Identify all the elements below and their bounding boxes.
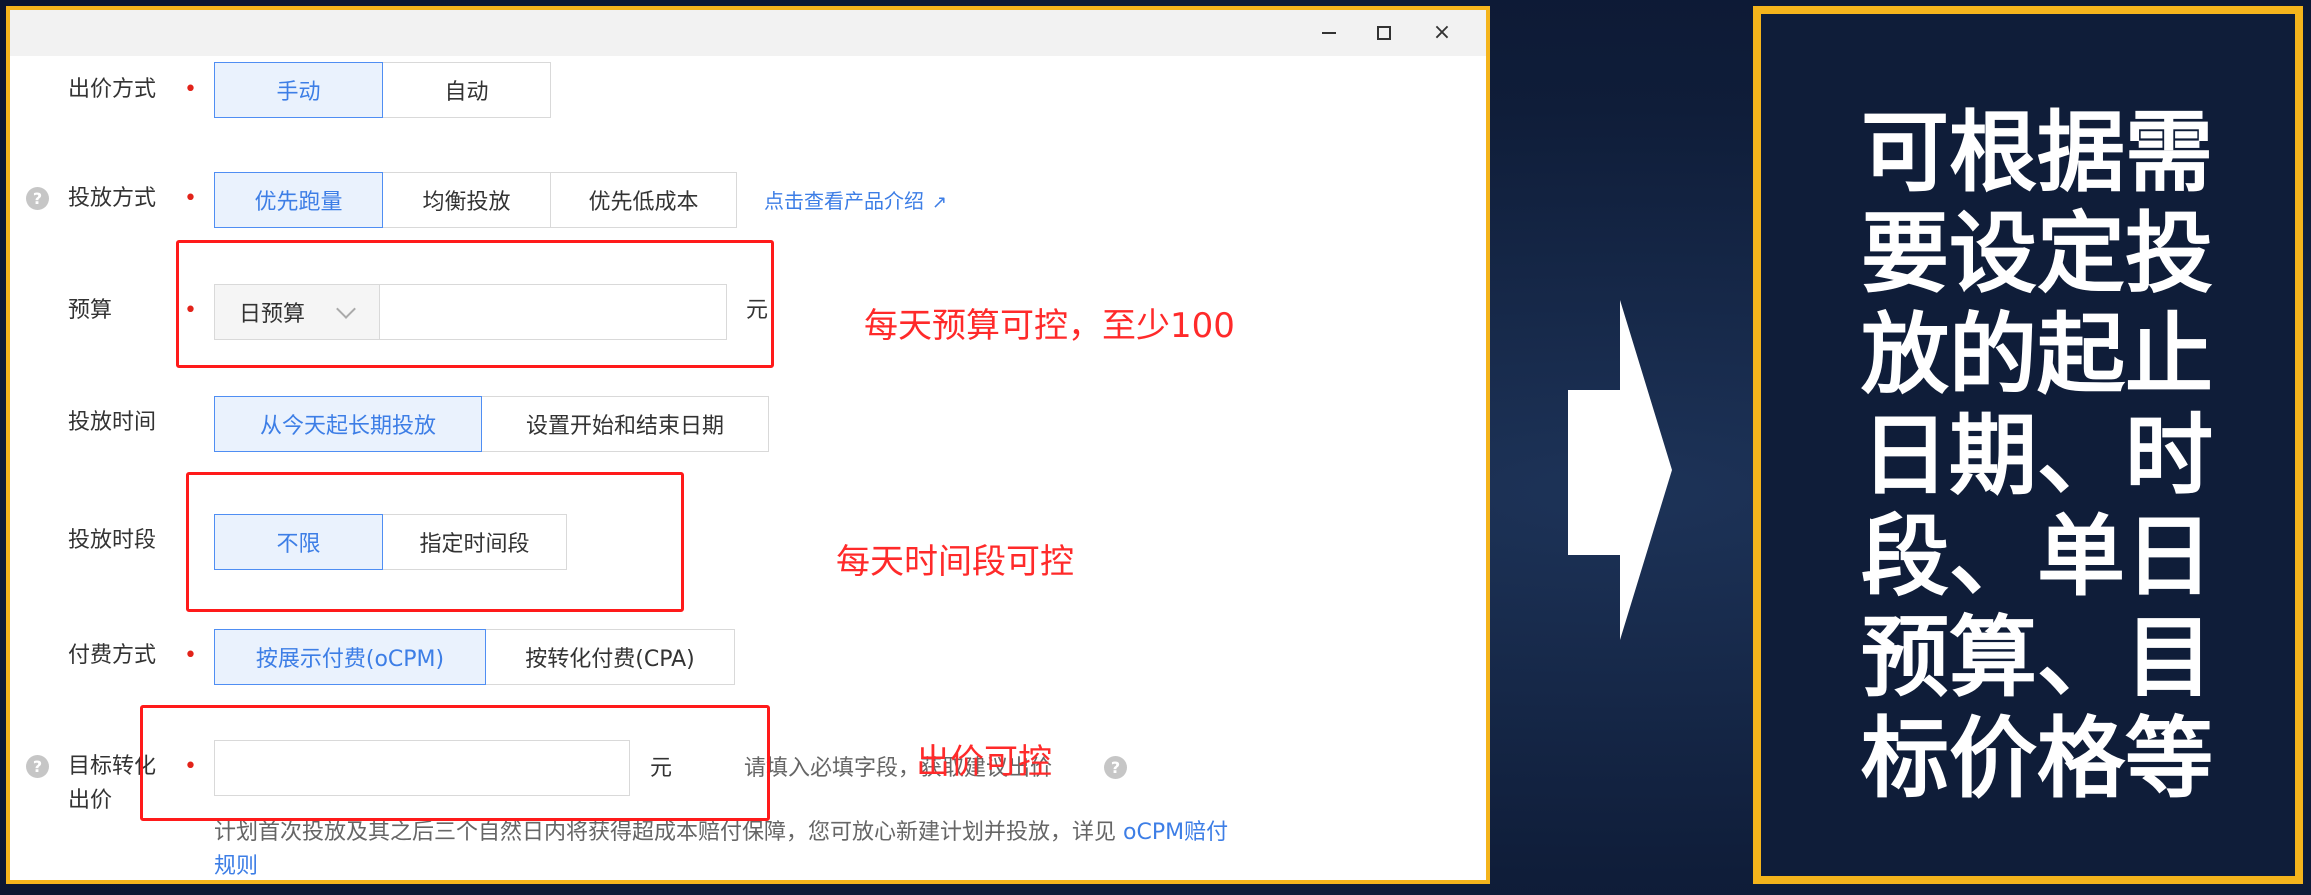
- delivery-balanced-option[interactable]: 均衡投放: [382, 172, 551, 228]
- maximize-icon[interactable]: [1364, 18, 1404, 48]
- budget-label: 预算: [68, 298, 113, 323]
- long-term-delivery-option[interactable]: 从今天起长期投放: [214, 396, 482, 452]
- cpa-option[interactable]: 按转化付费(CPA): [485, 629, 735, 685]
- help-icon[interactable]: ?: [26, 755, 49, 778]
- payment-method-label: 付费方式: [68, 643, 157, 668]
- summary-text: 可根据需要设定投放的起止日期、时段、单日预算、目标价格等: [1861, 101, 2214, 810]
- ocpm-option[interactable]: 按展示付费(oCPM): [214, 629, 486, 685]
- required-marker: •: [184, 77, 197, 102]
- summary-panel: 可根据需要设定投放的起止日期、时段、单日预算、目标价格等: [1753, 6, 2303, 884]
- bid-annotation: 出价可控: [916, 742, 1052, 782]
- bid-auto-option[interactable]: 自动: [382, 62, 551, 118]
- bid-method-toggle: 手动 自动: [214, 62, 551, 118]
- required-marker: •: [184, 186, 197, 211]
- payment-method-toggle: 按展示付费(oCPM) 按转化付费(CPA): [214, 629, 735, 685]
- ocpm-compensation-link-rules[interactable]: 规则: [214, 854, 258, 879]
- bid-highlight-box: [140, 705, 770, 821]
- delivery-time-label: 投放时间: [68, 410, 157, 435]
- period-annotation: 每天时间段可控: [836, 542, 1074, 582]
- delivery-time-toggle: 从今天起长期投放 设置开始和结束日期: [214, 396, 769, 452]
- delivery-period-label: 投放时段: [68, 528, 157, 553]
- right-arrow-icon: [1568, 300, 1672, 640]
- set-date-range-option[interactable]: 设置开始和结束日期: [481, 396, 769, 452]
- budget-highlight-box: [176, 240, 774, 368]
- period-unlimited-option[interactable]: 不限: [214, 514, 383, 570]
- help-icon[interactable]: ?: [26, 187, 49, 210]
- bid-method-label: 出价方式: [68, 77, 157, 102]
- delivery-method-toggle: 优先跑量 均衡投放 优先低成本: [214, 172, 737, 228]
- budget-annotation: 每天预算可控，至少100: [864, 306, 1235, 346]
- compensation-note: 计划首次投放及其之后三个自然日内将获得超成本赔付保障，您可放心新建计划并投放，详…: [214, 816, 1394, 880]
- help-icon[interactable]: ?: [1104, 756, 1127, 779]
- delivery-max-volume-option[interactable]: 优先跑量: [214, 172, 383, 228]
- delivery-method-label: 投放方式: [68, 186, 157, 211]
- external-link-icon: ↗: [932, 192, 948, 213]
- required-marker: •: [184, 643, 197, 668]
- note-text: 计划首次投放及其之后三个自然日内将获得超成本赔付保障，您可放心新建计划并投放，详…: [214, 820, 1123, 845]
- minimize-icon[interactable]: [1309, 18, 1349, 48]
- ocpm-compensation-link[interactable]: oCPM赔付: [1123, 820, 1228, 845]
- title-bar: ×: [10, 10, 1486, 56]
- delivery-low-cost-option[interactable]: 优先低成本: [550, 172, 737, 228]
- screenshot-window: × 出价方式 • 手动 自动 ? 投放方式 • 优先跑量 均衡投放 优先低成本 …: [6, 6, 1490, 884]
- target-bid-label-line2: 出价: [68, 788, 113, 813]
- product-intro-link[interactable]: 点击查看产品介绍 ↗: [764, 186, 947, 218]
- product-intro-link-text: 点击查看产品介绍: [764, 189, 924, 213]
- close-icon[interactable]: ×: [1422, 18, 1462, 48]
- bid-manual-option[interactable]: 手动: [214, 62, 383, 118]
